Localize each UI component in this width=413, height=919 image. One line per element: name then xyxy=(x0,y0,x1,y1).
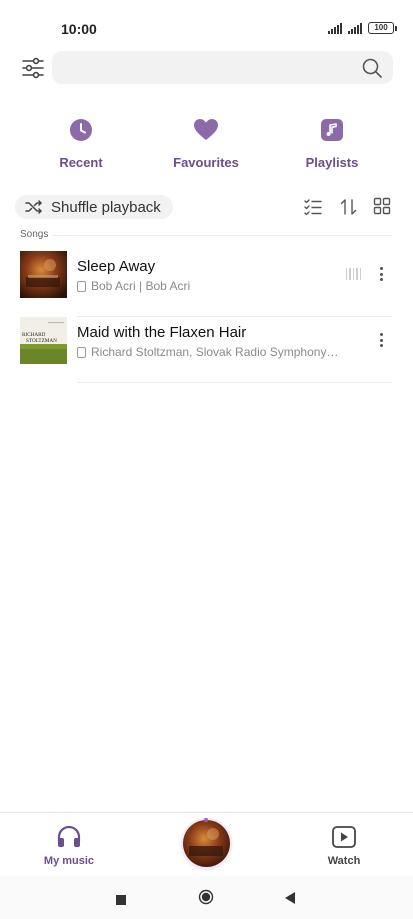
back-button[interactable] xyxy=(285,891,295,909)
playback-progress-indicator xyxy=(204,818,208,822)
clock-icon xyxy=(68,117,94,143)
category-playlists[interactable]: Playlists xyxy=(282,117,382,170)
back-triangle-icon xyxy=(285,892,295,904)
category-label: Playlists xyxy=(305,155,359,170)
category-label: Recent xyxy=(59,155,103,170)
sliders-icon xyxy=(22,57,44,79)
shuffle-playback-button[interactable]: Shuffle playback xyxy=(15,195,173,219)
now-playing-icon xyxy=(345,268,361,280)
search-icon[interactable] xyxy=(361,57,383,79)
song-title: Maid with the Flaxen Hair xyxy=(77,324,247,341)
album-art-text: STOLTZMAN xyxy=(26,338,57,344)
now-playing-album-art xyxy=(183,820,230,867)
shuffle-icon xyxy=(25,200,42,214)
status-bar: 10:00 100 xyxy=(0,0,413,56)
heart-icon xyxy=(193,117,219,143)
grid-view-button[interactable] xyxy=(373,197,393,217)
shuffle-label: Shuffle playback xyxy=(51,198,161,216)
filter-settings-button[interactable] xyxy=(20,56,46,80)
song-artist: Bob Acri | Bob Acri xyxy=(77,279,347,293)
category-label: Favourites xyxy=(173,155,239,170)
local-file-icon xyxy=(77,280,86,292)
play-video-icon xyxy=(331,825,357,849)
system-nav-bar xyxy=(0,876,413,919)
album-art xyxy=(20,251,67,298)
search-input[interactable] xyxy=(52,51,393,84)
status-time: 10:00 xyxy=(61,21,97,37)
checklist-icon xyxy=(304,199,322,216)
circle-icon xyxy=(198,889,214,905)
more-options-button[interactable] xyxy=(378,333,384,347)
nav-watch[interactable]: Watch xyxy=(304,825,384,867)
sort-button[interactable] xyxy=(339,197,359,217)
nav-label: Watch xyxy=(327,855,361,867)
recent-apps-button[interactable] xyxy=(116,892,126,910)
grid-icon xyxy=(373,197,391,215)
song-row[interactable]: RICHARD STOLTZMAN Maid with the Flaxen H… xyxy=(20,317,392,383)
song-title: Sleep Away xyxy=(77,258,156,275)
mini-player-button[interactable] xyxy=(183,820,230,867)
square-icon xyxy=(116,895,126,905)
section-divider xyxy=(52,235,392,236)
row-divider xyxy=(77,382,392,383)
song-row[interactable]: Sleep Away Bob Acri | Bob Acri xyxy=(20,251,392,317)
headphones-icon xyxy=(56,825,82,849)
music-note-icon xyxy=(319,117,345,143)
sort-icon xyxy=(340,199,357,215)
local-file-icon xyxy=(77,346,86,358)
category-favourites[interactable]: Favourites xyxy=(156,117,256,170)
songs-section-label: Songs xyxy=(20,229,49,240)
more-options-button[interactable] xyxy=(378,267,384,281)
nav-my-music[interactable]: My music xyxy=(29,825,109,867)
status-icons: 100 xyxy=(328,22,397,34)
category-recent[interactable]: Recent xyxy=(31,117,131,170)
nav-label: My music xyxy=(43,855,95,867)
signal-icon-1 xyxy=(328,22,342,34)
multi-select-button[interactable] xyxy=(303,197,323,217)
signal-icon-2 xyxy=(348,22,362,34)
home-button[interactable] xyxy=(198,889,214,910)
song-artist: Richard Stoltzman, Slovak Radio Symphony… xyxy=(77,345,347,359)
battery-icon: 100 xyxy=(368,22,397,34)
album-art: RICHARD STOLTZMAN xyxy=(20,317,67,364)
